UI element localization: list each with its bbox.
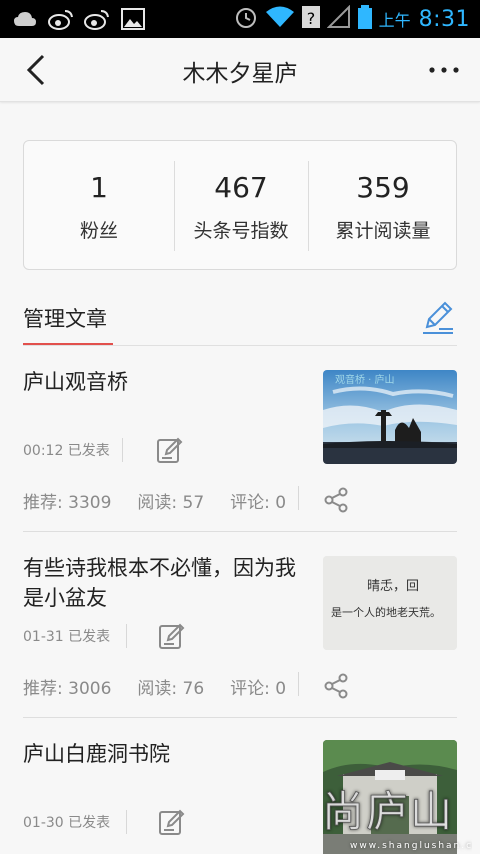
share-icon xyxy=(324,673,348,699)
more-button[interactable] xyxy=(426,54,462,86)
more-dots-icon xyxy=(429,67,459,73)
stat-value: 467 xyxy=(214,171,268,204)
article-title: 有些诗我根本不必懂，因为我是小盆友 xyxy=(23,556,296,610)
cloud-icon xyxy=(12,6,38,32)
edit-note-icon xyxy=(159,809,185,835)
edit-note-icon xyxy=(159,623,185,649)
divider xyxy=(122,438,123,462)
comment-count: 评论: 0 xyxy=(230,493,287,513)
section-title[interactable]: 管理文章 xyxy=(23,303,107,333)
stat-label: 头条号指数 xyxy=(193,220,289,242)
thumb-caption: 观音桥 · 庐山 xyxy=(335,373,395,386)
article-thumbnail[interactable]: 晴忎，回 是一个人的地老天荒。 xyxy=(323,556,457,650)
svg-text:尚庐山: 尚庐山 xyxy=(322,787,454,836)
bridge-photo: 观音桥 · 庐山 xyxy=(323,370,457,464)
share-icon xyxy=(324,487,348,513)
comment-count: 评论: 0 xyxy=(230,679,287,699)
thumb-text: 晴忎，回 xyxy=(367,579,419,594)
tab-indicator xyxy=(23,343,113,345)
edit-note-icon xyxy=(157,437,183,463)
sim-unknown-icon: ? xyxy=(301,4,321,34)
wifi-icon xyxy=(265,5,295,33)
article-stats: 推荐: 3006 阅读: 76 评论: 0 xyxy=(23,674,286,699)
status-time: 8:31 xyxy=(418,6,470,32)
divider xyxy=(298,672,299,696)
svg-text:www.shanglushan.com: www.shanglushan.com xyxy=(350,841,472,851)
watermark-logo: 尚庐山 www.shanglushan.com xyxy=(322,782,480,854)
edit-article-button[interactable] xyxy=(156,436,184,464)
compose-button[interactable] xyxy=(419,299,457,337)
stat-reads[interactable]: 359 累计阅读量 xyxy=(308,141,458,271)
article-status: 01-30 已发表 xyxy=(23,815,111,831)
stat-index[interactable]: 467 头条号指数 xyxy=(174,141,308,271)
status-ampm: 上午 xyxy=(378,11,411,30)
stat-label: 粉丝 xyxy=(79,220,118,242)
battery-icon xyxy=(357,4,373,34)
share-button[interactable] xyxy=(323,673,349,699)
recommend-count: 推荐: 3006 xyxy=(23,679,112,699)
article-thumbnail[interactable]: 观音桥 · 庐山 xyxy=(323,370,457,464)
edit-article-button[interactable] xyxy=(158,622,186,650)
article-status: 00:12 已发表 xyxy=(23,443,110,459)
divider xyxy=(298,486,299,510)
article-status: 01-31 已发表 xyxy=(23,629,111,645)
thumb-text: 是一个人的地老天荒。 xyxy=(331,605,441,619)
image-icon xyxy=(120,6,146,32)
share-button[interactable] xyxy=(323,487,349,513)
stat-label: 累计阅读量 xyxy=(335,220,431,242)
page-title: 木木夕星庐 xyxy=(182,61,298,87)
read-count: 阅读: 57 xyxy=(137,493,205,513)
stat-value: 1 xyxy=(90,171,108,204)
stat-followers[interactable]: 1 粉丝 xyxy=(24,141,174,271)
system-indicators: ? 上午 8:31 xyxy=(233,4,470,34)
weibo-icon xyxy=(48,6,74,32)
handwriting-photo: 晴忎，回 是一个人的地老天荒。 xyxy=(323,556,457,650)
stats-card: 1 粉丝 467 头条号指数 359 累计阅读量 xyxy=(23,140,457,270)
edit-article-button[interactable] xyxy=(158,808,186,836)
app-header: 木木夕星庐 xyxy=(0,38,480,102)
weibo-icon xyxy=(84,6,110,32)
alarm-icon xyxy=(233,4,259,34)
signal-icon xyxy=(326,4,351,33)
recommend-count: 推荐: 3309 xyxy=(23,493,112,513)
article-title: 庐山白鹿洞书院 xyxy=(23,742,170,766)
stat-value: 359 xyxy=(356,171,410,204)
list-item[interactable]: 有些诗我根本不必懂，因为我是小盆友 01-31 已发表 推荐: 3006 阅读:… xyxy=(0,532,480,718)
list-item[interactable]: 庐山观音桥 00:12 已发表 推荐: 3309 阅读: 57 评论: 0 观音… xyxy=(0,346,480,532)
svg-text:?: ? xyxy=(306,9,315,28)
divider xyxy=(126,624,127,648)
article-title: 庐山观音桥 xyxy=(23,370,128,394)
article-stats: 推荐: 3309 阅读: 57 评论: 0 xyxy=(23,488,286,513)
read-count: 阅读: 76 xyxy=(137,679,205,699)
divider xyxy=(126,810,127,834)
notification-icons xyxy=(12,6,146,32)
status-bar: ? 上午 8:31 xyxy=(0,0,480,38)
pen-edit-icon xyxy=(423,301,453,334)
